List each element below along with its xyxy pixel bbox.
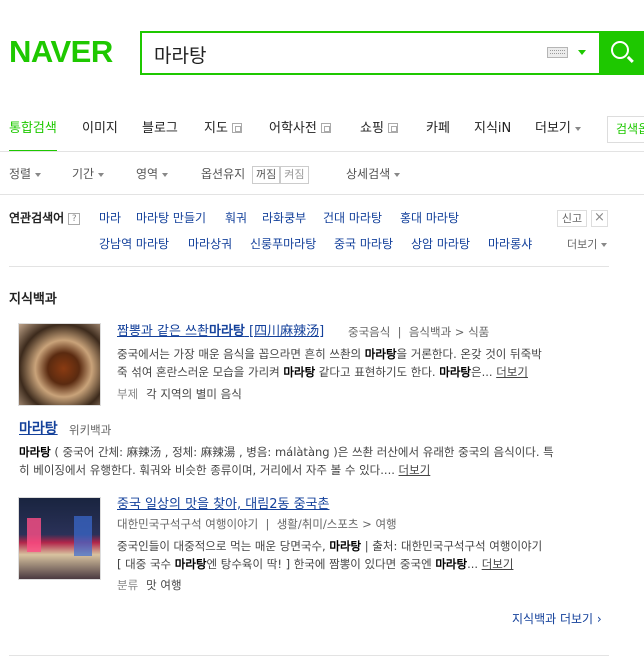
related-keyword[interactable]: 건대 마라탕 [323,211,382,225]
chevron-down-icon [35,172,42,177]
more-link[interactable]: 더보기 [399,463,431,477]
close-icon[interactable]: × [591,210,608,227]
search-box [140,31,599,75]
result-subtitle: 부제 각 지역의 별미 음식 [117,387,242,401]
result-thumbnail[interactable] [18,323,101,406]
tab-blog[interactable]: 블로그 [142,116,178,152]
new-window-icon [231,122,242,133]
period-dropdown[interactable]: 기간 [72,164,105,184]
search-options-button[interactable]: 검색옵 [607,116,644,143]
keyboard-icon[interactable] [547,47,568,58]
keep-option-label: 옵션유지 [201,167,246,181]
related-keyword[interactable]: 훠궈 [225,211,247,225]
tab-shopping[interactable]: 쇼핑 [360,116,398,152]
keep-option-toggle: 꺼짐 켜짐 [252,164,309,184]
divider [9,655,609,656]
result-meta: 위키백과 [69,423,112,437]
chevron-down-icon [98,172,105,177]
result-description: [ 대중 국수 마라탕엔 탕수육이 딱! ] 한국에 짬뽕이 있다면 중국엔 마… [117,557,514,571]
chevron-down-icon [394,172,401,177]
autocomplete-arrow-icon[interactable] [578,50,586,55]
result-meta: 대한민국구석구석 여행이야기 | 생활/취미/스포츠 > 여행 [117,517,397,531]
result-title[interactable]: 짬뽕과 같은 쓰촨마라탕 [四川麻辣汤] [117,324,324,340]
chevron-down-icon [574,126,581,131]
search-input[interactable] [154,40,534,68]
more-link[interactable]: 더보기 [482,557,514,571]
naver-logo[interactable]: NAVER [9,34,113,70]
new-window-icon [387,122,398,133]
result-title[interactable]: 마라탕 [19,421,58,437]
related-keyword[interactable]: 홍대 마라탕 [400,211,459,225]
search-button[interactable] [599,31,644,75]
result-description: 중국인들이 대중적으로 먹는 매운 당면국수, 마라탕 | 출처: 대한민국구석… [117,539,543,553]
related-more-button[interactable]: 더보기 [567,238,608,252]
tab-dictionary[interactable]: 어학사전 [269,116,331,152]
tab-images[interactable]: 이미지 [82,116,118,152]
detail-search-dropdown[interactable]: 상세검색 [346,164,401,184]
tab-map[interactable]: 지도 [204,116,242,152]
option-off-button[interactable]: 꺼짐 [252,166,281,184]
related-keyword[interactable]: 라화쿵부 [262,211,306,225]
result-subtitle: 분류 맛 여행 [117,578,182,592]
related-keyword[interactable]: 강남역 마라탕 [99,237,169,251]
result-description: 죽 섞여 혼란스러운 모습을 가리켜 마라탕 같다고 표현하기도 한다. 마라탕… [117,365,528,379]
tab-cafe[interactable]: 카페 [426,116,450,152]
area-dropdown[interactable]: 영역 [136,164,169,184]
related-keyword[interactable]: 상암 마라탕 [411,237,470,251]
tab-more[interactable]: 더보기 [535,116,581,152]
knowledge-more-link[interactable]: 지식백과 더보기 › [512,612,602,627]
divider [9,266,609,267]
related-keyword[interactable]: 마라롱샤 [488,237,532,251]
new-window-icon [320,122,331,133]
section-title: 지식백과 [9,292,57,307]
related-keyword[interactable]: 마라탕 만들기 [136,211,206,225]
tab-kin[interactable]: 지식iN [474,116,511,152]
chevron-down-icon [162,172,169,177]
related-searches-label: 연관검색어? [9,211,81,225]
related-keyword[interactable]: 중국 마라탕 [334,237,393,251]
divider [0,151,644,152]
report-button[interactable]: 신고 [557,210,587,227]
help-icon[interactable]: ? [68,212,81,225]
more-link[interactable]: 더보기 [496,365,528,379]
result-thumbnail[interactable] [18,497,101,580]
divider [0,194,644,195]
search-icon [611,41,629,59]
related-keyword[interactable]: 신룽푸마라탕 [250,237,316,251]
result-description: 히 베이징에서 유행한다. 훠궈와 비슷한 종류이며, 거리에서 자주 볼 수 … [19,463,431,477]
tab-integrated[interactable]: 통합검색 [9,116,57,152]
result-description: 중국에서는 가장 매운 음식을 꼽으라면 흔히 쓰촨의 마라탕을 거론한다. 온… [117,347,542,361]
result-description: 마라탕 ( 중국어 간체: 麻辣汤 , 정체: 麻辣湯 , 병음: málàtà… [19,445,554,459]
chevron-down-icon [601,243,608,247]
related-keyword[interactable]: 마라 [99,211,121,225]
related-keyword[interactable]: 마라상궈 [188,237,232,251]
option-on-button[interactable]: 켜짐 [280,166,309,184]
sort-dropdown[interactable]: 정렬 [9,164,42,184]
result-title[interactable]: 중국 일상의 맛을 찾아, 대림2동 중국촌 [117,497,329,513]
result-meta: 중국음식 | 음식백과 > 식품 [348,325,490,339]
